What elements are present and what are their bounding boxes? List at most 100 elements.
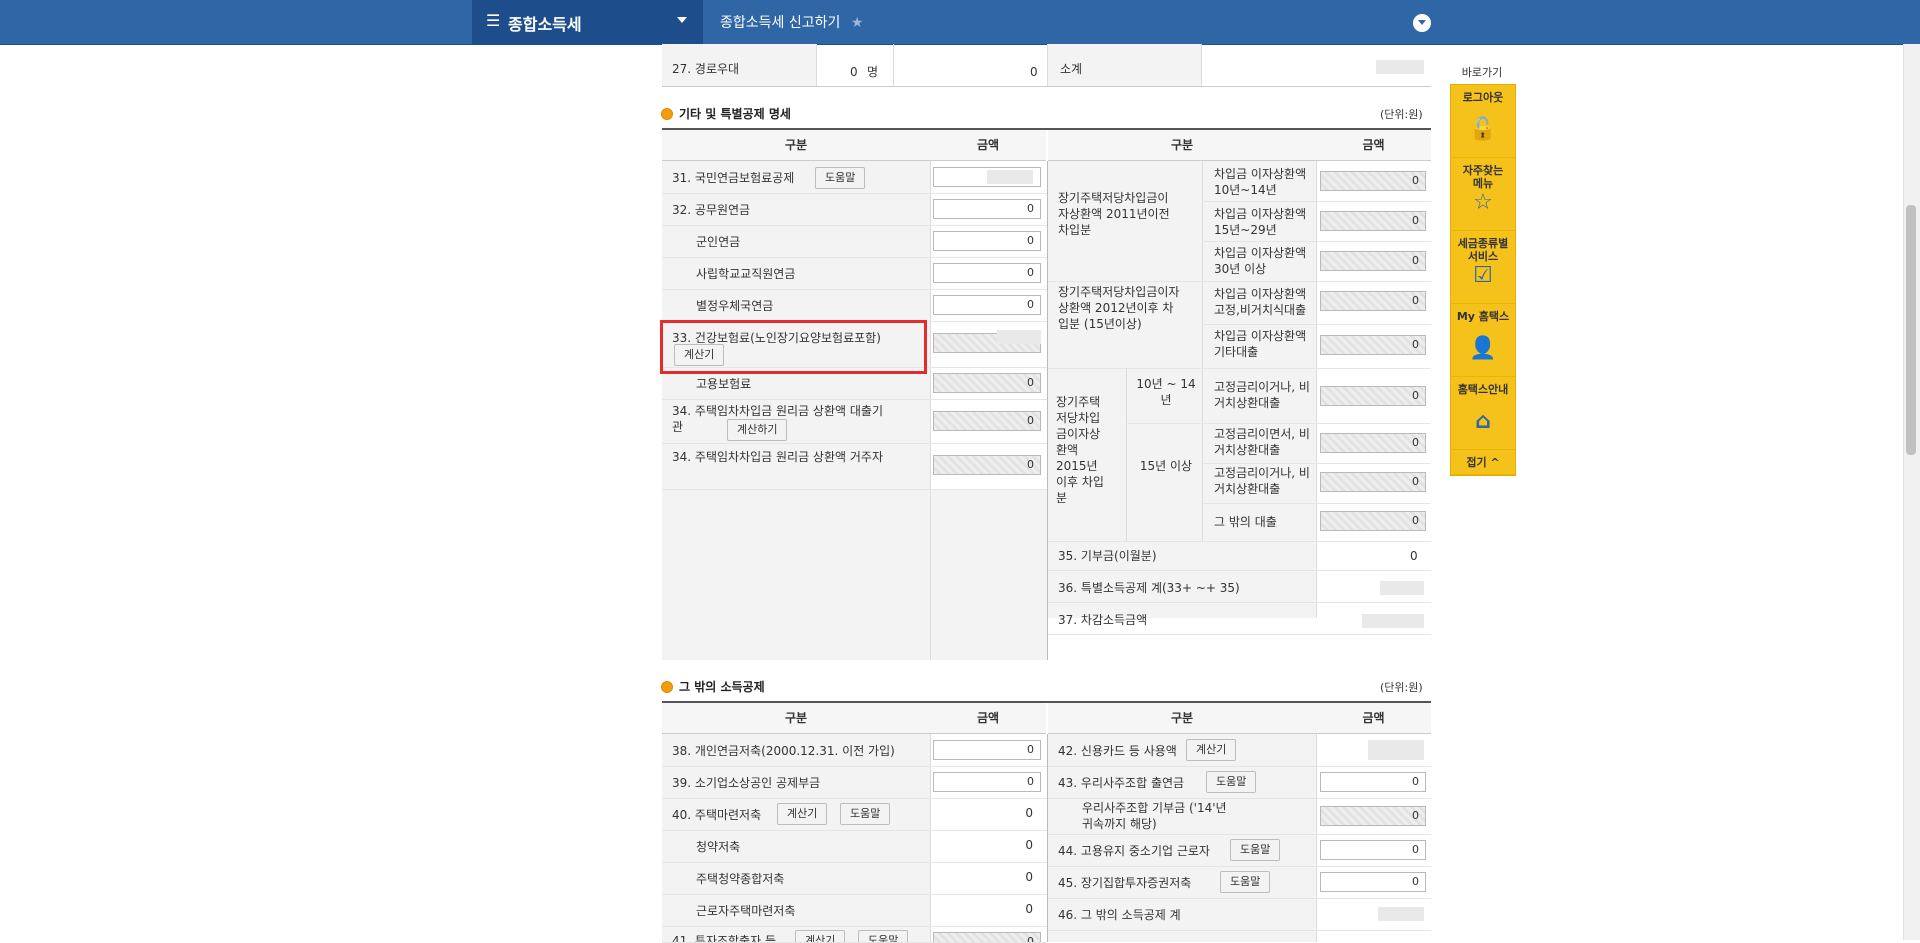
row-worker-housing: 근로자주택마련저축 0 xyxy=(662,894,1047,927)
favorites-button[interactable]: 자주찾는 메뉴 ☆ xyxy=(1451,158,1515,231)
header-category-right: 구분 xyxy=(1048,703,1316,734)
row-value: 0 xyxy=(1025,870,1033,884)
tax-service-button[interactable]: 세금종류별 서비스 ☑ xyxy=(1451,231,1515,304)
section-title-special-text: 기타 및 특별공제 명세 xyxy=(679,107,791,121)
row-value: 0 xyxy=(1025,902,1033,916)
group-2012: 장기주택저당차입금이자상환액 2012년이후 차입분 (15년이상) xyxy=(1058,285,1180,331)
row-label: 43. 우리사주조합 출연금 xyxy=(1058,776,1185,790)
partial-row-amount: 0 xyxy=(1030,65,1038,79)
scrollbar-thumb[interactable] xyxy=(1906,205,1916,455)
g1-row-3: 차입금 이자상환액 30년 이상 xyxy=(1214,246,1307,276)
row-value: 0 xyxy=(1025,806,1033,820)
g3-period-2: 15년 이상 xyxy=(1139,459,1193,473)
row-label: 45. 장기집합투자증권저축 xyxy=(1058,876,1192,890)
divider xyxy=(1048,368,1431,369)
divider xyxy=(816,44,817,86)
small-business-input[interactable]: 0 xyxy=(933,772,1041,792)
breadcrumb[interactable]: 종합소득세 신고하기 ★ xyxy=(720,12,863,32)
row-label: 38. 개인연금저축(2000.12.31. 이전 가입) xyxy=(672,744,895,758)
masked-value xyxy=(1362,614,1424,628)
investment-input: 0 xyxy=(933,932,1041,942)
g1-input-1: 0 xyxy=(1320,171,1426,191)
help-button[interactable]: 도움말 xyxy=(1230,839,1281,861)
chevron-down-icon xyxy=(677,17,687,23)
expand-circle-icon[interactable] xyxy=(1413,14,1431,32)
collapse-button[interactable]: 접기 ^ xyxy=(1451,450,1515,475)
header-category: 구분 xyxy=(662,703,930,734)
other-deduction-table: 구분 금액 구분 금액 38. 개인연금저축(2000.12.31. 이전 가입… xyxy=(662,701,1431,943)
divider xyxy=(1048,602,1431,603)
row-label: 주택청약종합저축 xyxy=(696,872,785,886)
divider xyxy=(1048,281,1431,282)
row-label: 청약저축 xyxy=(696,840,741,854)
star-icon[interactable]: ★ xyxy=(851,15,864,31)
divider xyxy=(1202,241,1431,242)
header-amount: 금액 xyxy=(930,703,1046,734)
row-32: 32. 공무원연금 0 xyxy=(662,193,1047,226)
row-42: 42. 신용카드 등 사용액 계산기 xyxy=(1048,734,1431,767)
row-label: 31. 국민연금보험료공제 xyxy=(672,171,795,185)
row-34-lender: 34. 주택임차차입금 원리금 상환액 대출기관 계산하기 0 xyxy=(662,399,1047,444)
calculator-button[interactable]: 계산기 xyxy=(1186,739,1237,761)
row-label: 32. 공무원연금 xyxy=(672,203,751,217)
section-title-other-text: 그 밖의 소득공제 xyxy=(679,680,765,694)
hometax-guide-button[interactable]: 홈택스안내 ⌂ xyxy=(1451,377,1515,450)
help-button[interactable]: 도움말 xyxy=(858,930,909,942)
g3-input-1: 0 xyxy=(1320,386,1426,406)
calculator-button[interactable]: 계산기 xyxy=(777,803,828,825)
bullet-icon xyxy=(661,680,673,693)
calculate-button[interactable]: 계산하기 xyxy=(727,419,788,441)
divider xyxy=(1048,570,1431,571)
divider xyxy=(1316,161,1317,618)
row-35-label: 35. 기부금(이월분) xyxy=(1058,549,1157,563)
unit-label: (단위:원) xyxy=(1380,108,1423,121)
row-label: 34. 주택임차차입금 원리금 상환액 거주자 xyxy=(672,450,883,464)
menu-dropdown[interactable]: ☰ 종합소득세 xyxy=(472,0,703,44)
group-2011: 장기주택저당차입금이자상환액 2011년이전 차입분 xyxy=(1058,191,1170,237)
row-35-value: 0 xyxy=(1410,549,1418,563)
military-pension-input[interactable]: 0 xyxy=(933,231,1041,251)
bullet-icon xyxy=(661,107,673,120)
row-41: 41. 투자조합출자 등 계산기 도움말 0 xyxy=(662,926,1047,943)
private-school-pension-input[interactable]: 0 xyxy=(933,263,1041,283)
quick-menu-pane: 로그아웃 🔓 자주찾는 메뉴 ☆ 세금종류별 서비스 ☑ My 홈택스 👤 홈택… xyxy=(1450,84,1516,476)
civil-pension-input[interactable]: 0 xyxy=(933,199,1041,219)
row-label: 41. 투자조합출자 등 xyxy=(672,934,776,943)
post-office-pension-input[interactable]: 0 xyxy=(933,295,1041,315)
partial-row-unit: 명 xyxy=(867,65,879,79)
partial-row-label: 27. 경로우대 xyxy=(672,62,740,76)
row-36-label: 36. 특별소득공제 계(33+ ~+ 35) xyxy=(1058,581,1240,595)
help-button[interactable]: 도움말 xyxy=(1220,871,1271,893)
g2-input-1: 0 xyxy=(1320,291,1426,311)
row-40: 40. 주택마련저축 계산기 도움말 0 xyxy=(662,798,1047,831)
row-label: 근로자주택마련저축 xyxy=(696,904,796,918)
help-button[interactable]: 도움말 xyxy=(1206,771,1257,793)
personal-pension-input[interactable]: 0 xyxy=(933,740,1041,760)
g1-input-2: 0 xyxy=(1320,211,1426,231)
g3-input-2: 0 xyxy=(1320,433,1426,453)
long-term-fund-input[interactable]: 0 xyxy=(1320,872,1426,892)
g2-row-1: 차입금 이자상환액 고정,비거치식대출 xyxy=(1214,287,1307,317)
my-hometax-button[interactable]: My 홈택스 👤 xyxy=(1451,304,1515,377)
row-label: 46. 그 밖의 소득공제 계 xyxy=(1058,908,1181,922)
divider xyxy=(893,44,894,86)
header-category: 구분 xyxy=(662,130,930,161)
calculator-button[interactable]: 계산기 xyxy=(795,930,846,942)
row-31: 31. 국민연금보험료공제 도움말 xyxy=(662,161,1047,194)
sme-worker-input[interactable]: 0 xyxy=(1320,840,1426,860)
g3-row-4: 그 밖의 대출 xyxy=(1214,515,1277,529)
help-button[interactable]: 도움말 xyxy=(840,803,891,825)
help-button[interactable]: 도움말 xyxy=(815,167,866,189)
employee-stock-input[interactable]: 0 xyxy=(1320,772,1426,792)
logout-button[interactable]: 로그아웃 🔓 xyxy=(1451,85,1515,158)
divider xyxy=(1202,463,1431,464)
vertical-scrollbar[interactable] xyxy=(1903,44,1920,940)
row-label: 군인연금 xyxy=(696,235,741,249)
row-44: 44. 고용유지 중소기업 근로자 도움말 0 xyxy=(1048,834,1431,867)
left-amount-empty xyxy=(930,490,1047,660)
divider xyxy=(1126,368,1127,541)
divider xyxy=(1048,634,1431,635)
divider xyxy=(1202,503,1431,504)
masked-value xyxy=(1378,907,1424,921)
g3-input-3: 0 xyxy=(1320,472,1426,492)
